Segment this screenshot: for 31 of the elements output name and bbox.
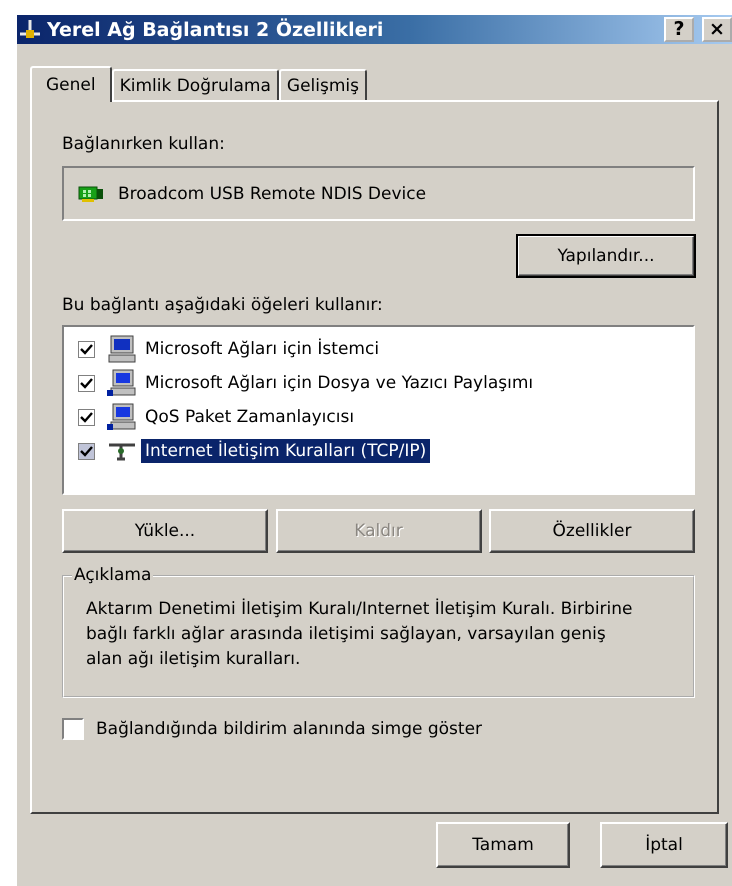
connect-using-label: Bağlanırken kullan: [62,134,226,154]
checkbox[interactable] [78,374,95,392]
dialog-button[interactable]: Tamam [436,822,570,868]
computer-icon [107,403,137,431]
list-item[interactable]: Microsoft Ağları için İstemci [141,337,384,361]
network-card-icon [78,184,104,202]
components-label: Bu bağlantı aşağıdaki öğeleri kullanır: [62,295,384,315]
checkbox[interactable] [78,408,95,426]
tab[interactable]: Kimlik Doğrulama [112,69,279,100]
computer-icon [107,335,137,363]
device-name: Broadcom USB Remote NDIS Device [118,184,426,204]
group-title: Açıklama [72,565,154,585]
tab[interactable]: Genel [30,66,112,102]
action-button[interactable]: Yükle... [62,509,268,553]
checkbox[interactable] [78,442,95,460]
dialog-button[interactable]: İptal [600,822,728,868]
checkbox[interactable] [62,718,84,740]
computer-icon [107,369,137,397]
action-button[interactable]: Özellikler [489,509,695,553]
checkbox-label: Bağlandığında bildirim alanında simge göster [96,719,482,739]
tab[interactable]: Gelişmiş [278,69,367,100]
list-item[interactable]: QoS Paket Zamanlayıcısı [141,405,358,429]
description-text: Aktarım Denetimi İletişim Kuralı/Internet İletişim Kuralı. Birbirine bağlı farklı ağlar arasında iletişimi sağlayan, varsayılan geniş alan ağı iletişim kuralları. [86,598,634,671]
checkbox[interactable] [78,340,95,358]
caption-button[interactable]: × [702,17,732,42]
window-title: Yerel Ağ Bağlantısı 2 Özellikleri [47,18,384,40]
list-item[interactable]: Internet İletişim Kuralları (TCP/IP) [141,439,430,463]
list-item[interactable]: Microsoft Ağları için Dosya ve Yazıcı Paylaşımı [141,371,538,395]
network-icon [19,20,41,40]
configure-button[interactable]: Yapılandır... [517,235,695,277]
caption-button[interactable]: ? [664,17,694,42]
